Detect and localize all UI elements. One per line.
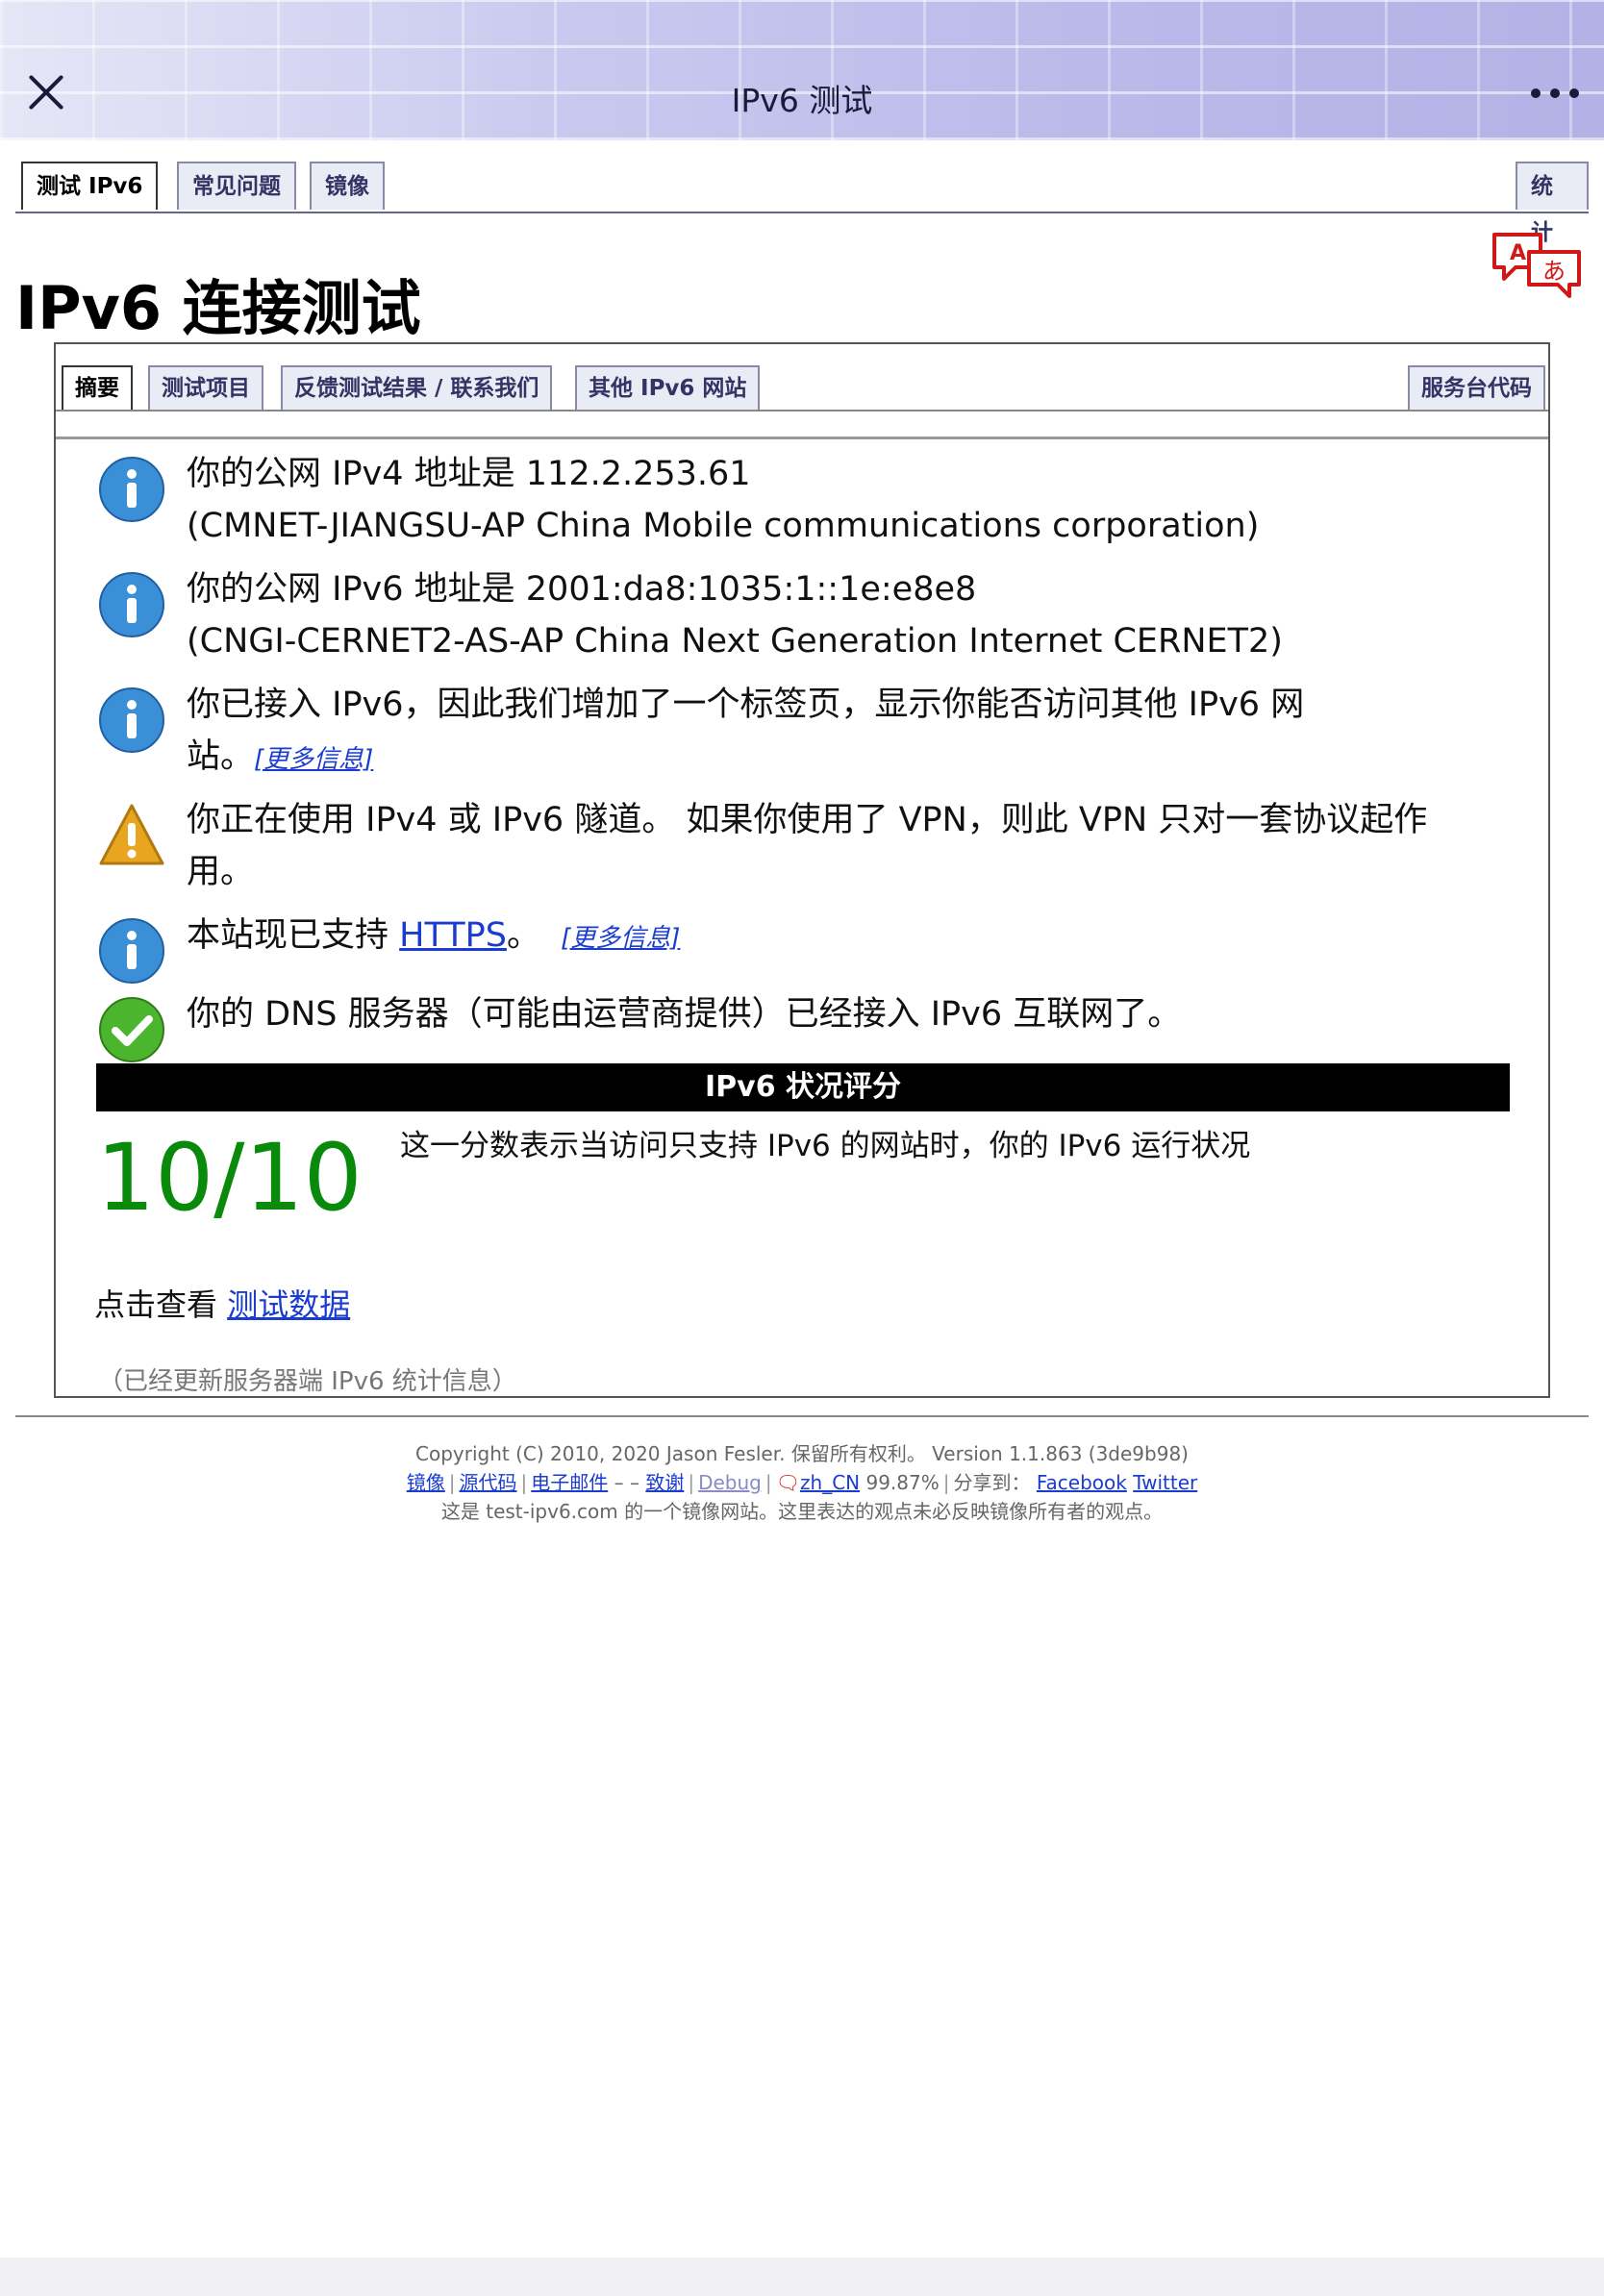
top-tab-bar: 测试 IPv6 常见问题 镜像 统计 — [15, 162, 1589, 245]
score-description: 这一分数表示当访问只支持 IPv6 的网站时，你的 IPv6 运行状况 — [400, 1129, 1251, 1163]
more-info-link[interactable]: [更多信息] — [561, 924, 680, 953]
tab-summary[interactable]: 摘要 — [62, 365, 133, 410]
tab-other-ipv6-sites[interactable]: 其他 IPv6 网站 — [575, 365, 761, 410]
translate-icon[interactable]: A あ — [1491, 231, 1585, 300]
result-line: 你的公网 IPv4 地址是 112.2.253.61 — [187, 455, 751, 493]
thanks-link[interactable]: 致谢 — [645, 1471, 684, 1494]
result-line: 用。 — [187, 853, 255, 891]
bottom-bar — [0, 2258, 1604, 2296]
inner-tab-bar: 摘要 测试项目 反馈测试结果 / 联系我们 其他 IPv6 网站 服务台代码 — [56, 344, 1548, 412]
title-bar: IPv6 测试 — [0, 0, 1604, 140]
stats-note: （已经更新服务器端 IPv6 统计信息） — [98, 1367, 517, 1396]
share-label: 分享到： — [953, 1471, 1031, 1494]
locale-percent: 99.87% — [865, 1471, 940, 1494]
check-icon — [99, 997, 164, 1062]
tab-share-results[interactable]: 反馈测试结果 / 联系我们 — [281, 365, 553, 410]
result-line: (CMNET-JIANGSU-AP China Mobile communica… — [187, 507, 1260, 545]
tab-faq[interactable]: 常见问题 — [177, 162, 296, 210]
locale-link[interactable]: zh_CN — [800, 1471, 860, 1494]
test-data-link[interactable]: 测试数据 — [227, 1286, 350, 1323]
svg-text:あ: あ — [1542, 258, 1566, 285]
translate-small-icon: 🗨 — [775, 1471, 801, 1494]
score-value: 10/10 — [96, 1124, 363, 1232]
results-panel: 摘要 测试项目 反馈测试结果 / 联系我们 其他 IPv6 网站 服务台代码 你… — [54, 342, 1550, 1398]
result-text: 。 — [506, 916, 540, 955]
footer-dash: – — [614, 1471, 624, 1494]
facebook-link[interactable]: Facebook — [1037, 1471, 1127, 1494]
footer-links: 镜像 | 源代码 | 电子邮件 – – 致谢 | Debug | 🗨zh_CN 99.87% | 分… — [406, 1471, 1198, 1494]
tab-mirrors[interactable]: 镜像 — [310, 162, 385, 210]
result-line: 你已接入 IPv6，因此我们增加了一个标签页，显示你能否访问其他 IPv6 网 — [187, 686, 1305, 724]
result-line: 站。 — [187, 737, 255, 776]
tab-stats[interactable]: 统计 — [1516, 162, 1589, 245]
https-link[interactable]: HTTPS — [399, 916, 507, 955]
footer-dash: – — [629, 1471, 639, 1494]
debug-link[interactable]: Debug — [698, 1471, 762, 1494]
result-line: 你正在使用 IPv4 或 IPv6 隧道。 如果你使用了 VPN，则此 VPN … — [187, 801, 1428, 839]
score-header: IPv6 状况评分 — [96, 1063, 1510, 1111]
tab-divider — [56, 437, 1548, 439]
result-text: 本站现已支持 — [187, 916, 400, 955]
view-data: 点击查看 测试数据 — [94, 1281, 350, 1325]
more-info-link[interactable]: [更多信息] — [254, 745, 373, 774]
more-options-icon[interactable] — [1531, 83, 1579, 104]
result-line: 你的 DNS 服务器（可能由运营商提供）已经接入 IPv6 互联网了。 — [187, 995, 1182, 1034]
tab-tests-run[interactable]: 测试项目 — [148, 365, 263, 410]
info-icon — [99, 687, 164, 753]
tab-help-desk-code[interactable]: 服务台代码 — [1408, 365, 1545, 410]
warning-icon — [99, 804, 164, 865]
result-line: 你的公网 IPv6 地址是 2001:da8:1035:1::1e:e8e8 — [187, 570, 977, 609]
tab-test-ipv6[interactable]: 测试 IPv6 — [21, 162, 159, 210]
footer-divider — [15, 1415, 1589, 1417]
email-link[interactable]: 电子邮件 — [531, 1471, 608, 1494]
page-title: IPv6 连接测试 — [15, 273, 421, 343]
info-icon — [99, 918, 164, 984]
mirror-link[interactable]: 镜像 — [407, 1471, 445, 1494]
footer-copyright: Copyright (C) 2010, 2020 Jason Fesler. 保… — [415, 1442, 1189, 1465]
window-title: IPv6 测试 — [731, 82, 873, 119]
result-line: (CNGI-CERNET2-AS-AP China Next Generatio… — [187, 622, 1283, 661]
view-data-label: 点击查看 — [94, 1286, 228, 1323]
source-link[interactable]: 源代码 — [460, 1471, 517, 1494]
twitter-link[interactable]: Twitter — [1133, 1471, 1197, 1494]
footer-mirror-note: 这是 test-ipv6.com 的一个镜像网站。这里表达的观点未必反映镜像所有… — [440, 1500, 1164, 1523]
info-icon — [99, 572, 164, 637]
info-icon — [99, 457, 164, 522]
svg-text:A: A — [1510, 241, 1526, 265]
